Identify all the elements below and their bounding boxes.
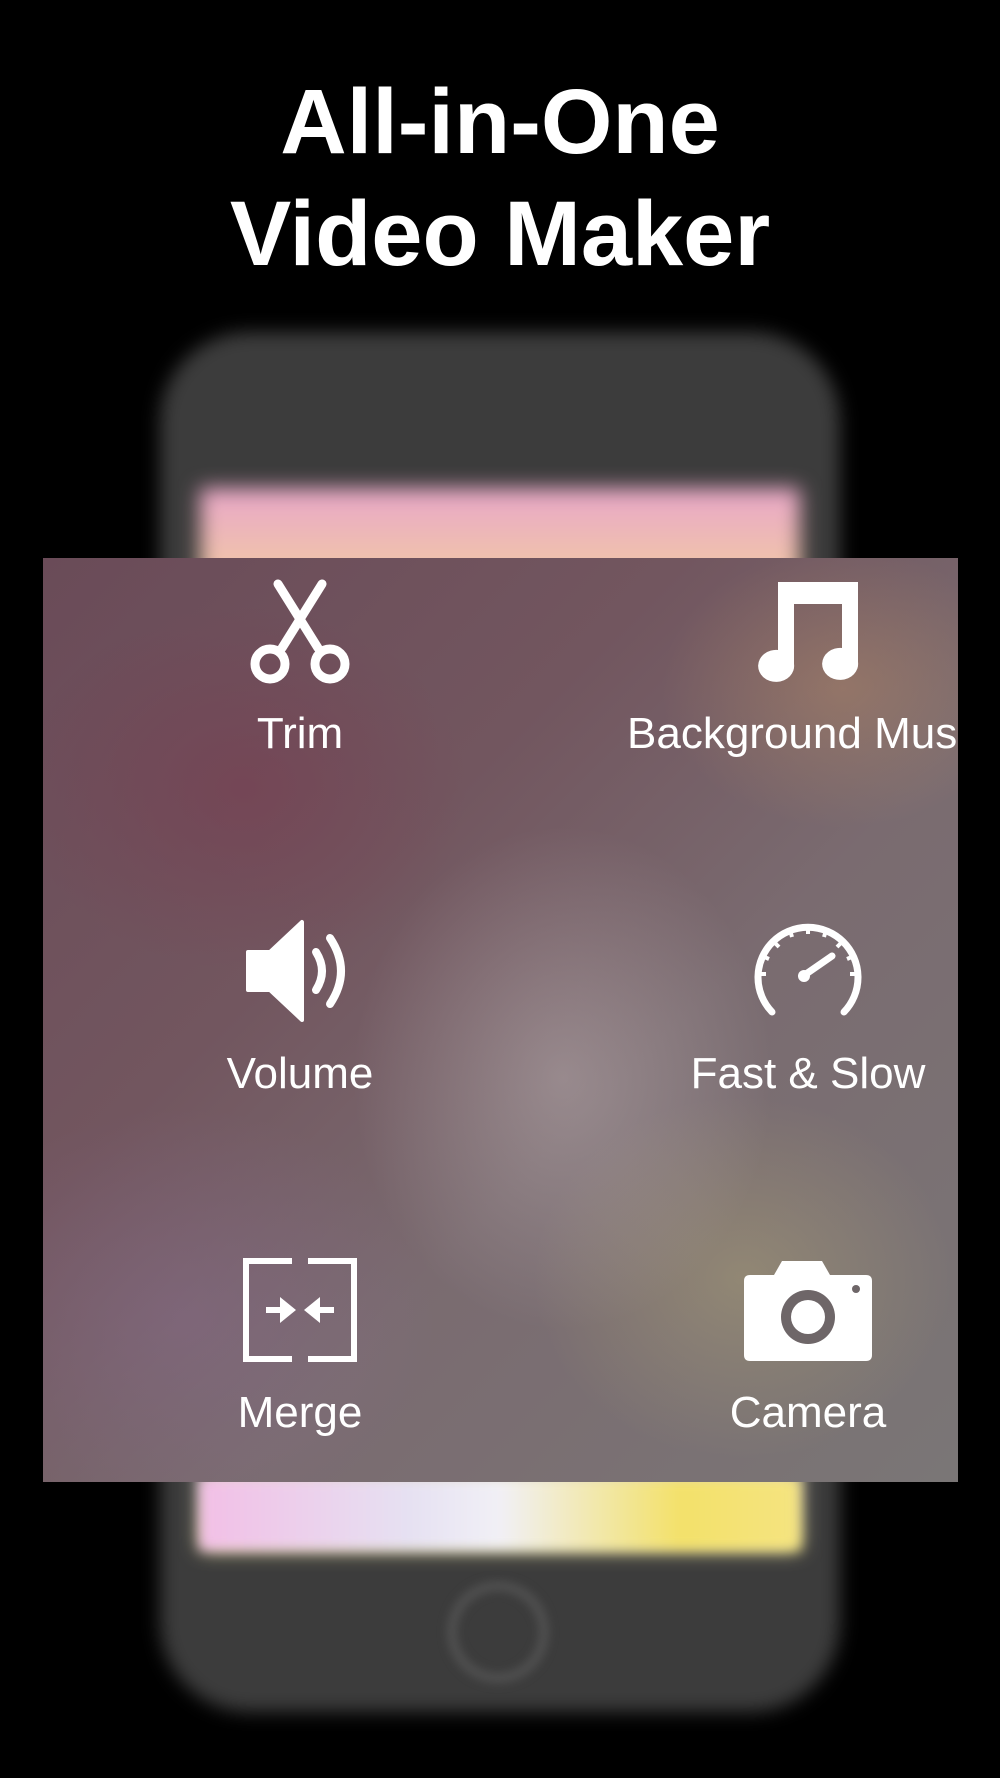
camera-icon — [744, 1261, 872, 1361]
home-button — [448, 1582, 548, 1682]
camera-tool[interactable]: Camera — [578, 1255, 958, 1439]
fast-slow-tool[interactable]: Fast & Slow — [578, 916, 958, 1100]
music-note-icon — [758, 582, 859, 682]
camera-label: Camera — [729, 1388, 887, 1437]
scissors-icon — [250, 579, 350, 684]
volume-tool[interactable]: Volume — [70, 916, 530, 1100]
headline: All-in-One Video Maker — [0, 66, 1000, 290]
merge-tool[interactable]: Merge — [70, 1255, 530, 1439]
trim-tool[interactable]: Trim — [70, 576, 530, 760]
phone-screen-bottom — [200, 1478, 800, 1550]
speedometer-icon — [754, 923, 862, 1016]
trim-label: Trim — [256, 709, 344, 758]
fast-slow-label: Fast & Slow — [690, 1049, 926, 1098]
merge-label: Merge — [237, 1388, 363, 1437]
merge-icon — [243, 1258, 357, 1362]
headline-line-2: Video Maker — [229, 183, 771, 285]
volume-label: Volume — [226, 1049, 374, 1098]
background-music-label: Background Music — [627, 709, 958, 758]
background-music-tool[interactable]: Background Music — [578, 576, 958, 760]
speaker-icon — [246, 920, 345, 1022]
tools-grid: Trim Background Music Volume Fast & Slow… — [43, 558, 958, 1482]
tools-panel: Trim Background Music Volume Fast & Slow… — [43, 558, 958, 1482]
headline-line-1: All-in-One — [280, 71, 720, 173]
